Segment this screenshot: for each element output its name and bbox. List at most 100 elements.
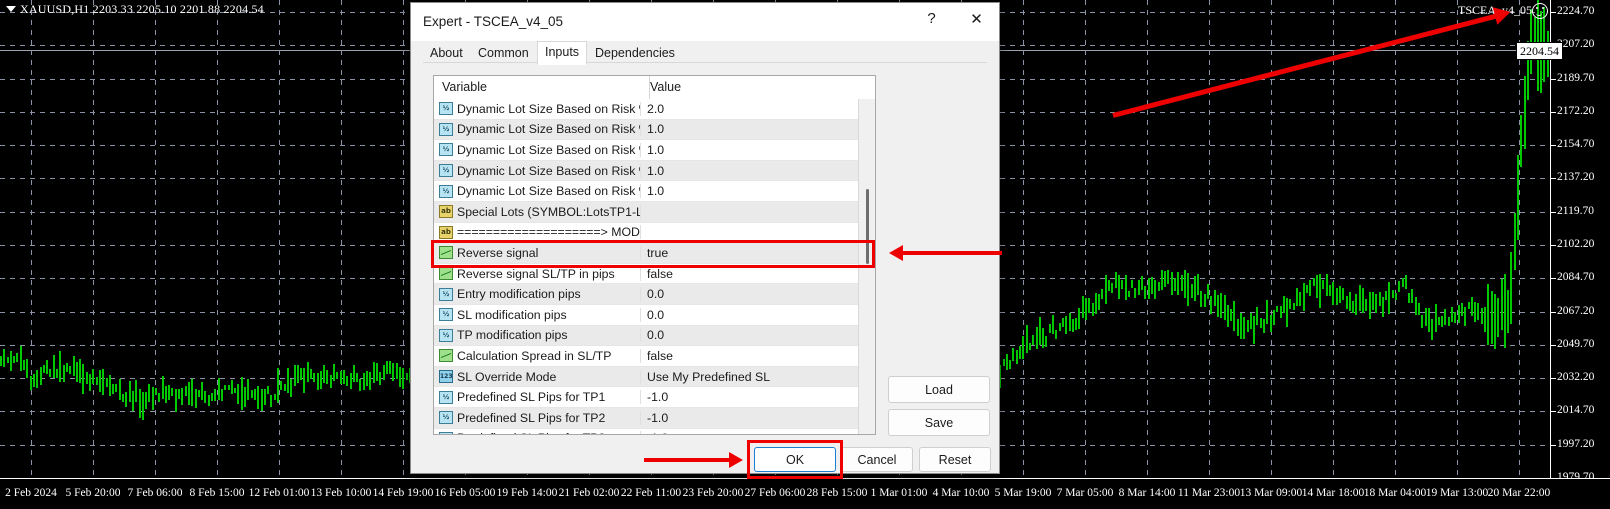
parameter-name-cell[interactable]: ½Dynamic Lot Size Based on Risk % for ..… bbox=[434, 143, 641, 157]
chart-bar bbox=[1098, 294, 1100, 310]
parameter-name: Calculation Spread in SL/TP bbox=[457, 349, 611, 363]
reset-button[interactable]: Reset bbox=[919, 447, 991, 472]
chart-bar bbox=[20, 346, 22, 371]
chart-gridline-vertical bbox=[1395, 0, 1396, 478]
parameter-name-cell[interactable]: ½TP modification pips bbox=[434, 328, 641, 342]
inputs-grid[interactable]: Variable Value ½Dynamic Lot Size Based o… bbox=[433, 75, 876, 435]
chart-gridline-vertical bbox=[1085, 0, 1086, 478]
chart-bar bbox=[1398, 281, 1400, 292]
parameter-name-cell[interactable]: 123SL Override Mode bbox=[434, 370, 641, 384]
table-row[interactable]: ½TP modification pips0.0 bbox=[434, 326, 858, 347]
chart-bar bbox=[303, 368, 305, 393]
table-row[interactable]: ½Predefined SL Pips for TP3-1.0 bbox=[434, 429, 858, 436]
chart-bar bbox=[1204, 294, 1206, 307]
dialog-tabstrip[interactable]: AboutCommonInputsDependencies bbox=[411, 41, 999, 63]
chart-bar bbox=[399, 367, 401, 387]
inputs-grid-rows[interactable]: ½Dynamic Lot Size Based on Risk % for ..… bbox=[434, 99, 858, 434]
chart-bar bbox=[69, 366, 71, 373]
save-button[interactable]: Save bbox=[888, 409, 990, 436]
table-row[interactable]: abSpecial Lots (SYMBOL:LotsTP1-LotsT... bbox=[434, 202, 858, 223]
parameter-value[interactable]: 1.0 bbox=[641, 184, 858, 198]
inputs-grid-header: Variable Value bbox=[434, 76, 875, 100]
parameter-value[interactable]: false bbox=[641, 267, 858, 281]
chart-bar bbox=[1405, 275, 1407, 289]
parameter-value[interactable]: false bbox=[641, 349, 858, 363]
table-row[interactable]: ½Dynamic Lot Size Based on Risk % for ..… bbox=[434, 161, 858, 182]
parameter-name-cell[interactable]: ½Entry modification pips bbox=[434, 287, 641, 301]
chart-bar bbox=[1055, 330, 1057, 339]
table-row[interactable]: ½SL modification pips0.0 bbox=[434, 305, 858, 326]
chart-bar bbox=[1253, 316, 1255, 343]
chart-bar bbox=[109, 375, 111, 396]
parameter-name-cell[interactable]: ½Predefined SL Pips for TP1 bbox=[434, 390, 641, 404]
parameter-name-cell[interactable]: Calculation Spread in SL/TP bbox=[434, 349, 641, 363]
chart-bar bbox=[158, 393, 160, 402]
load-button[interactable]: Load bbox=[888, 376, 990, 403]
chart-bar bbox=[363, 373, 365, 390]
chart-bar bbox=[1045, 336, 1047, 347]
parameter-value[interactable]: true bbox=[641, 246, 858, 260]
price-axis[interactable]: 2224.702207.202189.702172.202154.702137.… bbox=[1550, 0, 1610, 478]
time-axis[interactable]: 2 Feb 20245 Feb 20:007 Feb 06:008 Feb 15… bbox=[0, 478, 1610, 509]
parameter-value[interactable]: -1.0 bbox=[641, 411, 858, 425]
parameter-name-cell[interactable]: abSpecial Lots (SYMBOL:LotsTP1-LotsT... bbox=[434, 205, 641, 219]
ok-button[interactable]: OK bbox=[754, 447, 836, 472]
time-axis-tick: 27 Feb 06:00 bbox=[745, 487, 806, 499]
close-icon[interactable]: ✕ bbox=[954, 3, 999, 34]
chart-bar bbox=[1461, 303, 1463, 316]
parameter-name-cell[interactable]: ½Dynamic Lot Size Based on Risk % for ..… bbox=[434, 184, 641, 198]
chart-bar bbox=[1494, 294, 1496, 349]
table-row[interactable]: Reverse signal SL/TP in pipsfalse bbox=[434, 264, 858, 285]
chart-dropdown-caret-icon[interactable] bbox=[6, 6, 16, 12]
parameter-name-cell[interactable]: Reverse signal bbox=[434, 246, 641, 260]
table-row[interactable]: ab====================> MODIFICA... bbox=[434, 223, 858, 244]
parameter-name-cell[interactable]: ½Dynamic Lot Size Based on Risk % for ..… bbox=[434, 122, 641, 136]
chart-bar bbox=[10, 351, 12, 370]
table-row[interactable]: 123SL Override ModeUse My Predefined SL bbox=[434, 367, 858, 388]
tab-common[interactable]: Common bbox=[471, 44, 536, 63]
table-row[interactable]: Reverse signaltrue bbox=[434, 243, 858, 264]
chart-bar bbox=[53, 355, 55, 377]
table-row[interactable]: ½Dynamic Lot Size Based on Risk % for ..… bbox=[434, 140, 858, 161]
table-row[interactable]: ½Dynamic Lot Size Based on Risk % for ..… bbox=[434, 99, 858, 120]
parameter-value[interactable]: -1.0 bbox=[641, 431, 858, 435]
parameter-value[interactable]: 1.0 bbox=[641, 164, 858, 178]
parameter-name-cell[interactable]: Reverse signal SL/TP in pips bbox=[434, 267, 641, 281]
parameter-name-cell[interactable]: ½SL modification pips bbox=[434, 308, 641, 322]
parameter-value[interactable]: 0.0 bbox=[641, 287, 858, 301]
scrollbar-thumb[interactable] bbox=[866, 189, 869, 264]
chart-bar bbox=[379, 372, 381, 385]
parameter-value[interactable]: -1.0 bbox=[641, 390, 858, 404]
inputs-grid-scrollbar[interactable] bbox=[858, 99, 875, 434]
chart-bar bbox=[1006, 354, 1008, 370]
cancel-button[interactable]: Cancel bbox=[841, 447, 913, 472]
parameter-value[interactable]: 0.0 bbox=[641, 308, 858, 322]
table-row[interactable]: Calculation Spread in SL/TP false bbox=[434, 346, 858, 367]
chart-bar bbox=[356, 373, 358, 382]
dialog-titlebar[interactable]: Expert - TSCEA_v4_05 ? ✕ bbox=[411, 3, 999, 42]
parameter-value[interactable]: 1.0 bbox=[641, 122, 858, 136]
parameter-value[interactable]: 1.0 bbox=[641, 143, 858, 157]
parameter-name-cell[interactable]: ½Dynamic Lot Size Based on Risk % for ..… bbox=[434, 164, 641, 178]
table-row[interactable]: ½Predefined SL Pips for TP1-1.0 bbox=[434, 387, 858, 408]
table-row[interactable]: ½Predefined SL Pips for TP2-1.0 bbox=[434, 408, 858, 429]
parameter-name-cell[interactable]: ½Dynamic Lot Size Based on Risk % for ..… bbox=[434, 102, 641, 116]
parameter-value[interactable]: 2.0 bbox=[641, 102, 858, 116]
parameter-name: TP modification pips bbox=[457, 328, 568, 342]
parameter-value[interactable]: Use My Predefined SL bbox=[641, 370, 858, 384]
table-row[interactable]: ½Dynamic Lot Size Based on Risk % for ..… bbox=[434, 120, 858, 141]
tab-dependencies[interactable]: Dependencies bbox=[588, 44, 682, 63]
parameter-name-cell[interactable]: ½Predefined SL Pips for TP2 bbox=[434, 411, 641, 425]
expert-properties-dialog[interactable]: Expert - TSCEA_v4_05 ? ✕ AboutCommonInpu… bbox=[410, 2, 1000, 474]
help-icon[interactable]: ? bbox=[909, 3, 954, 34]
tab-inputs[interactable]: Inputs bbox=[537, 41, 587, 65]
parameter-name-cell[interactable]: ab====================> MODIFICA... bbox=[434, 225, 641, 239]
chart-bar bbox=[1052, 315, 1054, 333]
parameter-name-cell[interactable]: ½Predefined SL Pips for TP3 bbox=[434, 431, 641, 435]
parameter-value[interactable]: 0.0 bbox=[641, 328, 858, 342]
chart-bar bbox=[1131, 280, 1133, 289]
table-row[interactable]: ½Dynamic Lot Size Based on Risk % for ..… bbox=[434, 181, 858, 202]
chart-bar bbox=[171, 388, 173, 396]
table-row[interactable]: ½Entry modification pips0.0 bbox=[434, 284, 858, 305]
tab-about[interactable]: About bbox=[423, 44, 470, 63]
